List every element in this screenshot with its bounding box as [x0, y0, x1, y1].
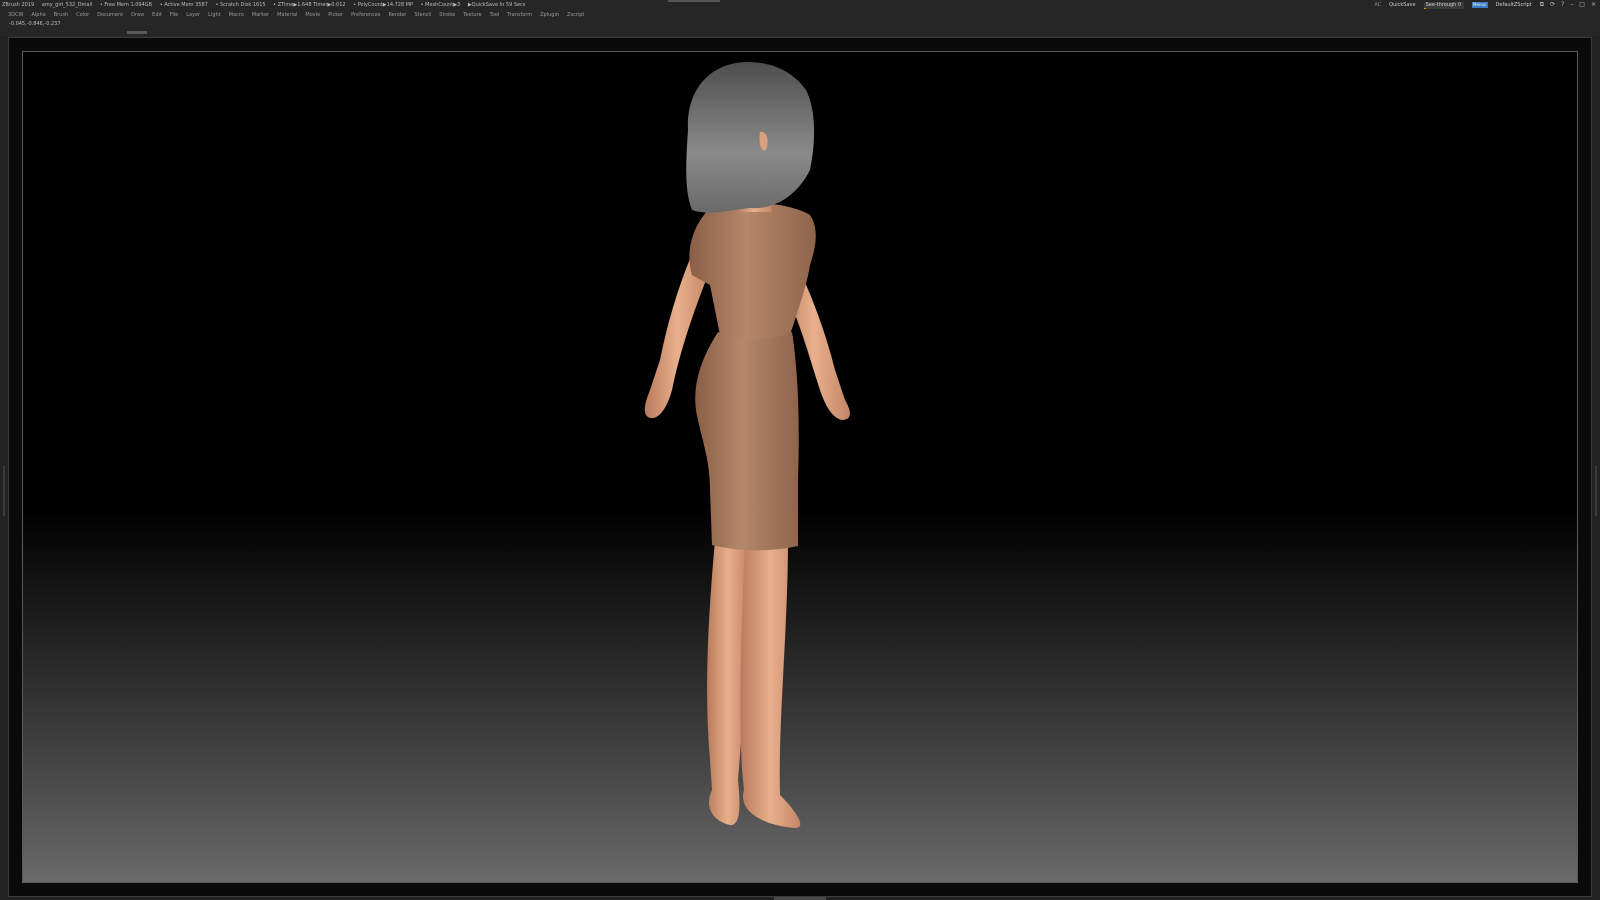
character-model[interactable]	[620, 60, 880, 850]
app-name: ZBrush 2019	[2, 2, 35, 8]
polycount: • PolyCount▶14.728 MP	[353, 2, 414, 8]
meshcount: • MeshCount▶3	[420, 2, 461, 8]
menu-file[interactable]: File	[170, 10, 178, 20]
ac-button[interactable]: AC	[1374, 0, 1381, 10]
cursor-coordinates: -0.045,-0.846,-0.237	[9, 21, 61, 27]
menu-render[interactable]: Render	[389, 10, 407, 20]
free-mem: • Free Mem 1.094GB	[99, 2, 153, 8]
menu-zplugin[interactable]: Zplugin	[540, 10, 559, 20]
menu-stencil[interactable]: Stencil	[414, 10, 431, 20]
window-icons: ⧉ ⟳ ? – □ ×	[1540, 0, 1596, 10]
help-icon[interactable]: ?	[1561, 0, 1564, 10]
file-name: amy_girl_532_Dmail	[41, 2, 93, 8]
menu-draw[interactable]: Draw	[131, 10, 144, 20]
menu-edit[interactable]: Edit	[152, 10, 162, 20]
quicksave-timer: ▶QuickSave In 59 Secs	[467, 2, 526, 8]
menu-document[interactable]: Document	[97, 10, 123, 20]
menu-stroke[interactable]: Stroke	[439, 10, 455, 20]
status-info: ZBrush 2019 amy_girl_532_Dmail • Free Me…	[2, 0, 531, 10]
ztime: • ZTime▶1.648 Timer▶0.012	[273, 2, 346, 8]
see-through-label: See-through 0	[1425, 1, 1462, 8]
menus-button[interactable]: Menus	[1471, 2, 1488, 8]
active-mem: • Active Mem 3587	[159, 2, 208, 8]
quicksave-button[interactable]: QuickSave	[1389, 0, 1415, 10]
menu-zscript[interactable]: Zscript	[567, 10, 584, 20]
menu-macro[interactable]: Macro	[229, 10, 244, 20]
top-notch	[668, 0, 720, 2]
menu-transform[interactable]: Transform	[507, 10, 532, 20]
sync-icon[interactable]: ⟳	[1550, 0, 1555, 10]
right-leg	[740, 540, 801, 828]
palette-scroll-handle[interactable]	[127, 31, 147, 34]
menu-alpha[interactable]: Alpha	[31, 10, 45, 20]
scratch-disk: • Scratch Disk 1615	[215, 2, 266, 8]
menu-texture[interactable]: Texture	[463, 10, 481, 20]
minimize-icon[interactable]: –	[1570, 0, 1573, 10]
menu-light[interactable]: Light	[208, 10, 220, 20]
menu-tool[interactable]: Tool	[490, 10, 500, 20]
info-bar: -0.045,-0.846,-0.237	[0, 20, 1600, 36]
skirt	[695, 332, 799, 551]
shirt	[689, 203, 816, 343]
menu-preferences[interactable]: Preferences	[351, 10, 380, 20]
right-shelf	[1592, 36, 1600, 900]
left-shelf	[0, 36, 8, 900]
see-through-fill	[1423, 7, 1426, 9]
menu-material[interactable]: Material	[277, 10, 297, 20]
left-shelf-grip[interactable]	[3, 466, 5, 516]
menu-movie[interactable]: Movie	[305, 10, 320, 20]
right-shelf-grip[interactable]	[1595, 466, 1597, 516]
menu-marker[interactable]: Marker	[252, 10, 269, 20]
see-through-slider[interactable]: See-through 0	[1423, 1, 1464, 9]
menu-picker[interactable]: Picker	[328, 10, 343, 20]
title-bar: ZBrush 2019 amy_girl_532_Dmail • Free Me…	[0, 0, 1600, 10]
layout-icon[interactable]: ⧉	[1540, 0, 1544, 10]
titlebar-controls: AC QuickSave See-through 0 Menus Default…	[1374, 0, 1596, 10]
menu-3dcw[interactable]: 3DCW	[8, 10, 23, 20]
maximize-icon[interactable]: □	[1579, 0, 1585, 10]
menu-color[interactable]: Color	[76, 10, 89, 20]
default-zscript-button[interactable]: DefaultZScript	[1496, 0, 1532, 10]
menu-layer[interactable]: Layer	[186, 10, 200, 20]
close-icon[interactable]: ×	[1591, 0, 1596, 10]
menu-brush[interactable]: Brush	[54, 10, 68, 20]
menu-bar: 3DCW Alpha Brush Color Document Draw Edit File L…	[0, 10, 1600, 20]
hair	[686, 62, 815, 213]
